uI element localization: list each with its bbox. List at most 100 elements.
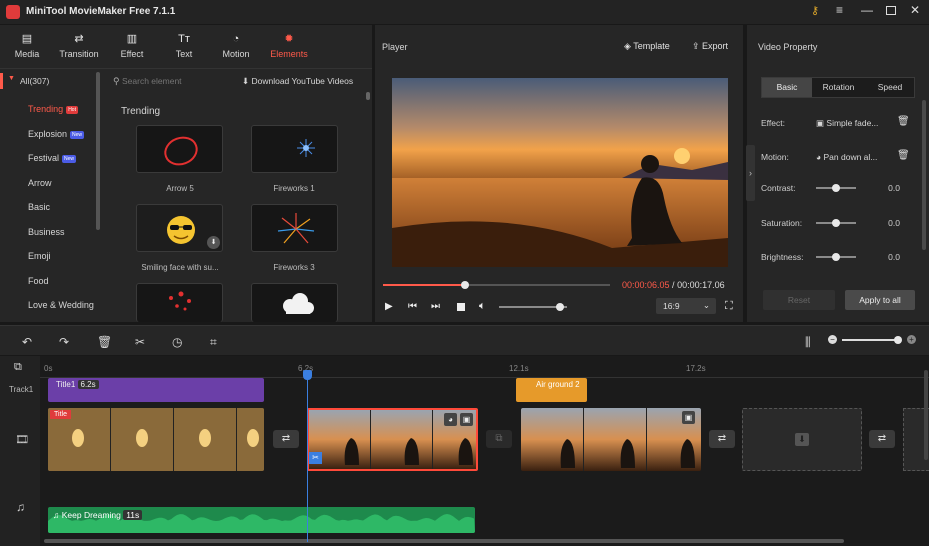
element-clip[interactable]: Air ground 2: [516, 378, 587, 402]
effect-value[interactable]: ▣ Simple fade...: [816, 118, 878, 129]
sidebar-item-arrow[interactable]: Arrow: [28, 178, 52, 188]
playback-progress-handle[interactable]: [460, 281, 469, 289]
close-icon[interactable]: ✕: [910, 3, 920, 17]
sidebar-scrollbar[interactable]: [96, 72, 100, 230]
element-card-smiling-face[interactable]: ⬇: [136, 204, 223, 252]
template-button[interactable]: ◈ Template: [624, 41, 670, 52]
text-clip[interactable]: Title1 6.2s: [48, 378, 264, 402]
sunset-beach-frame: [392, 78, 728, 267]
category-all[interactable]: ▼ All(307): [0, 72, 100, 90]
key-icon[interactable]: ⚷: [811, 4, 819, 17]
tab-basic[interactable]: Basic: [762, 78, 812, 97]
contrast-slider[interactable]: [816, 184, 856, 192]
clip-2-selected[interactable]: ◕ ▣: [307, 408, 478, 471]
property-scrollbar[interactable]: [922, 100, 926, 250]
zoom-in-icon[interactable]: +: [907, 335, 916, 344]
active-marker: [0, 73, 3, 89]
clip-1[interactable]: Title: [48, 408, 264, 471]
element-card-arrow5[interactable]: [136, 125, 223, 173]
element-card-fireworks1[interactable]: [251, 125, 338, 173]
video-preview[interactable]: [392, 78, 728, 267]
app-logo-icon: [6, 5, 20, 19]
menu-icon[interactable]: ≡: [836, 3, 843, 17]
transition-slot-3[interactable]: ⇄: [709, 430, 735, 448]
sidebar-item-basic[interactable]: Basic: [28, 202, 50, 212]
element-card-fireworks3[interactable]: [251, 204, 338, 252]
toolbar-transition[interactable]: ⇄ Transition: [59, 33, 99, 59]
template-icon: ◈: [624, 41, 634, 51]
clip-transition-icon[interactable]: ▣: [682, 411, 695, 424]
fit-timeline-icon[interactable]: ⫼: [805, 335, 811, 350]
transition-slot-2[interactable]: ⧉: [486, 430, 512, 448]
apply-to-all-button[interactable]: Apply to all: [845, 290, 915, 310]
contrast-handle[interactable]: [832, 184, 840, 192]
trash-icon[interactable]: 🗑︎: [897, 150, 910, 161]
transition-slot-1[interactable]: ⇄: [273, 430, 299, 448]
contrast-label: Contrast:: [761, 183, 796, 193]
timeline-vertical-scrollbar[interactable]: [924, 370, 928, 460]
toolbar-text[interactable]: Tт Text: [164, 33, 204, 59]
undo-icon[interactable]: ↶: [22, 335, 32, 349]
add-track-icon[interactable]: ⧉: [14, 361, 22, 374]
split-marker-icon[interactable]: ✂: [309, 452, 322, 464]
tab-speed[interactable]: Speed: [865, 78, 915, 97]
toolbar-effect[interactable]: ▥ Effect: [112, 33, 152, 59]
aspect-ratio-select[interactable]: 16:9 ⌄: [656, 298, 716, 314]
next-frame-icon[interactable]: ⏭: [431, 301, 440, 312]
download-icon[interactable]: ⬇: [207, 236, 220, 249]
play-icon[interactable]: ▶: [385, 301, 393, 312]
trash-icon[interactable]: 🗑︎: [897, 116, 910, 127]
fullscreen-icon[interactable]: ⛶: [725, 300, 733, 313]
hot-badge: Hot: [66, 105, 78, 114]
collapse-panel-handle[interactable]: ›: [746, 145, 755, 201]
audio-clip[interactable]: ♫ Keep Dreaming 11s: [48, 507, 475, 533]
saturation-handle[interactable]: [832, 219, 840, 227]
sidebar-item-explosion[interactable]: Explosion New: [28, 129, 85, 139]
redo-icon[interactable]: ↷: [59, 335, 69, 349]
sidebar-item-business[interactable]: Business: [28, 227, 65, 237]
audio-icon: ♫: [53, 510, 62, 520]
sidebar-item-emoji[interactable]: Emoji: [28, 251, 51, 261]
export-button[interactable]: ⇪ Export: [692, 41, 728, 52]
toolbar-motion[interactable]: ◔ Motion: [216, 33, 256, 59]
element-card-hearts[interactable]: [136, 283, 223, 322]
reset-button[interactable]: Reset: [763, 290, 835, 310]
volume-slider[interactable]: [499, 303, 567, 311]
sidebar-item-food[interactable]: Food: [28, 276, 49, 286]
fireworks-preview: [297, 139, 315, 157]
toolbar-media[interactable]: ▤ Media: [7, 33, 47, 59]
sidebar-item-love-wedding[interactable]: Love & Wedding: [28, 300, 94, 310]
stop-icon[interactable]: [457, 303, 465, 311]
volume-icon[interactable]: 🔈︎: [479, 300, 486, 313]
previous-frame-icon[interactable]: ⏮: [408, 301, 417, 312]
timeline-horizontal-scrollbar[interactable]: [44, 539, 844, 543]
sidebar-item-trending[interactable]: Trending Hot: [28, 104, 78, 114]
playback-progress-track[interactable]: [383, 281, 610, 289]
empty-clip-slot[interactable]: ⬇: [742, 408, 862, 471]
crop-icon[interactable]: ⌗: [210, 335, 217, 350]
saturation-slider[interactable]: [816, 219, 856, 227]
zoom-out-icon[interactable]: −: [828, 335, 837, 344]
split-icon[interactable]: ✂: [135, 335, 145, 349]
brightness-slider[interactable]: [816, 253, 856, 261]
zoom-handle[interactable]: [894, 336, 902, 344]
motion-value[interactable]: ◕ Pan down al...: [816, 152, 877, 162]
maximize-icon[interactable]: [886, 6, 896, 15]
search-input[interactable]: [122, 74, 232, 88]
minimize-icon[interactable]: —: [861, 3, 873, 17]
download-youtube-button[interactable]: ⬇ Download YouTube Videos: [242, 76, 353, 87]
sidebar-item-festival[interactable]: Festival New: [28, 153, 77, 163]
element-card-cloud[interactable]: [251, 283, 338, 322]
speed-icon[interactable]: ◷: [172, 335, 182, 349]
playhead-handle[interactable]: [303, 370, 312, 380]
brightness-handle[interactable]: [832, 253, 840, 261]
zoom-slider[interactable]: [842, 336, 902, 344]
transition-slot-4[interactable]: ⇄: [869, 430, 895, 448]
elements-scrollbar[interactable]: [366, 92, 370, 100]
delete-icon[interactable]: 🗑︎: [97, 335, 112, 349]
toolbar-elements[interactable]: ✹ Elements: [269, 33, 309, 59]
clip-transition-icon[interactable]: ▣: [460, 413, 473, 426]
tab-rotation[interactable]: Rotation: [813, 78, 864, 97]
clip-3[interactable]: ▣: [521, 408, 701, 471]
clip-effect-icon[interactable]: ◕: [444, 413, 457, 426]
